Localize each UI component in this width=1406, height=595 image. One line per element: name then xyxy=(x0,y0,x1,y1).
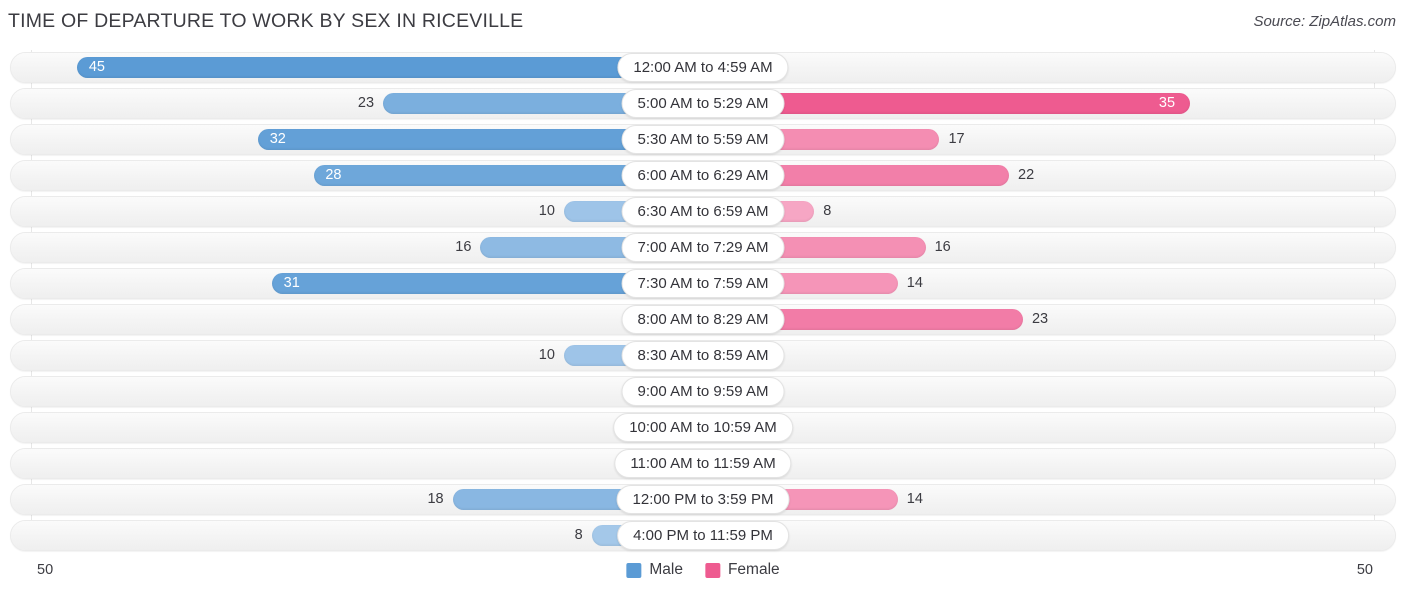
chart-row: 31 14 7:30 AM to 7:59 AM xyxy=(0,266,1406,302)
category-label: 8:00 AM to 8:29 AM xyxy=(621,305,785,334)
category-label: 5:00 AM to 5:29 AM xyxy=(621,89,785,118)
value-label-female: 17 xyxy=(948,131,965,147)
category-label: 6:30 AM to 6:59 AM xyxy=(621,197,785,226)
value-label-female: 16 xyxy=(934,239,951,255)
value-label-male: 18 xyxy=(427,491,444,507)
category-label: 7:30 AM to 7:59 AM xyxy=(621,269,785,298)
chart-row: 0310:00 AM to 10:59 AM xyxy=(0,410,1406,446)
chart-row: 23 35 5:00 AM to 5:29 AM xyxy=(0,86,1406,122)
chart-header: TIME OF DEPARTURE TO WORK BY SEX IN RICE… xyxy=(0,0,1406,44)
chart-row: 45212:00 AM to 4:59 AM xyxy=(0,50,1406,86)
category-label: 8:30 AM to 8:59 AM xyxy=(621,341,785,370)
chart-row: 0011:00 AM to 11:59 AM xyxy=(0,446,1406,482)
axis-min-label: 50 xyxy=(37,562,54,578)
chart-row: 4238:00 AM to 8:29 AM xyxy=(0,302,1406,338)
value-label-female: 14 xyxy=(906,491,923,507)
chart-plot-area: 45212:00 AM to 4:59 AM 23 35 5:00 AM to 5:2… xyxy=(0,50,1406,555)
value-label-female: 22 xyxy=(1018,167,1035,183)
category-label: 11:00 AM to 11:59 AM xyxy=(614,449,792,478)
value-label-male: 45 xyxy=(88,59,105,75)
value-label-male: 31 xyxy=(283,275,300,291)
chart-row: 28 22 6:00 AM to 6:29 AM xyxy=(0,158,1406,194)
chart-row: 039:00 AM to 9:59 AM xyxy=(0,374,1406,410)
value-label-male: 16 xyxy=(455,239,472,255)
category-label: 7:00 AM to 7:29 AM xyxy=(621,233,785,262)
category-label: 12:00 AM to 4:59 AM xyxy=(617,53,789,82)
chart-row: 824:00 PM to 11:59 PM xyxy=(0,518,1406,554)
chart-footer: 50 50 Male Female xyxy=(0,556,1406,595)
chart-row: 10 8 6:30 AM to 6:59 AM xyxy=(0,194,1406,230)
category-label: 4:00 PM to 11:59 PM xyxy=(617,521,789,550)
category-label: 12:00 PM to 3:59 PM xyxy=(616,485,790,514)
category-label: 10:00 AM to 10:59 AM xyxy=(613,413,793,442)
source-attribution: Source: ZipAtlas.com xyxy=(1253,13,1396,30)
chart-legend: Male Female xyxy=(626,561,780,579)
category-label: 9:00 AM to 9:59 AM xyxy=(621,377,785,406)
value-label-female: 8 xyxy=(823,203,832,219)
axis-max-label: 50 xyxy=(1356,562,1373,578)
category-label: 5:30 AM to 5:59 AM xyxy=(621,125,785,154)
legend-item[interactable]: Female xyxy=(704,561,780,579)
chart-row: 32 17 5:30 AM to 5:59 AM xyxy=(0,122,1406,158)
legend-swatch-female xyxy=(704,562,720,578)
chart-row: 18 14 12:00 PM to 3:59 PM xyxy=(0,482,1406,518)
value-label-female: 14 xyxy=(906,275,923,291)
category-label: 6:00 AM to 6:29 AM xyxy=(621,161,785,190)
value-label-male: 8 xyxy=(574,527,583,543)
value-label-male: 10 xyxy=(538,347,555,363)
value-label-female: 35 xyxy=(1158,95,1176,111)
legend-label: Male xyxy=(649,561,683,578)
legend-item[interactable]: Male xyxy=(626,561,683,579)
value-label-male: 10 xyxy=(538,203,555,219)
value-label-female: 23 xyxy=(1031,311,1049,327)
chart-row: 1008:30 AM to 8:59 AM xyxy=(0,338,1406,374)
legend-swatch-male xyxy=(626,562,642,578)
value-label-male: 32 xyxy=(269,131,286,147)
value-label-male: 28 xyxy=(325,167,342,183)
chart-row: 16 16 7:00 AM to 7:29 AM xyxy=(0,230,1406,266)
legend-label: Female xyxy=(727,561,780,578)
chart-page: TIME OF DEPARTURE TO WORK BY SEX IN RICE… xyxy=(0,0,1406,595)
bar-male[interactable] xyxy=(77,57,703,78)
page-title: TIME OF DEPARTURE TO WORK BY SEX IN RICE… xyxy=(8,10,524,32)
value-label-male: 23 xyxy=(357,95,375,111)
